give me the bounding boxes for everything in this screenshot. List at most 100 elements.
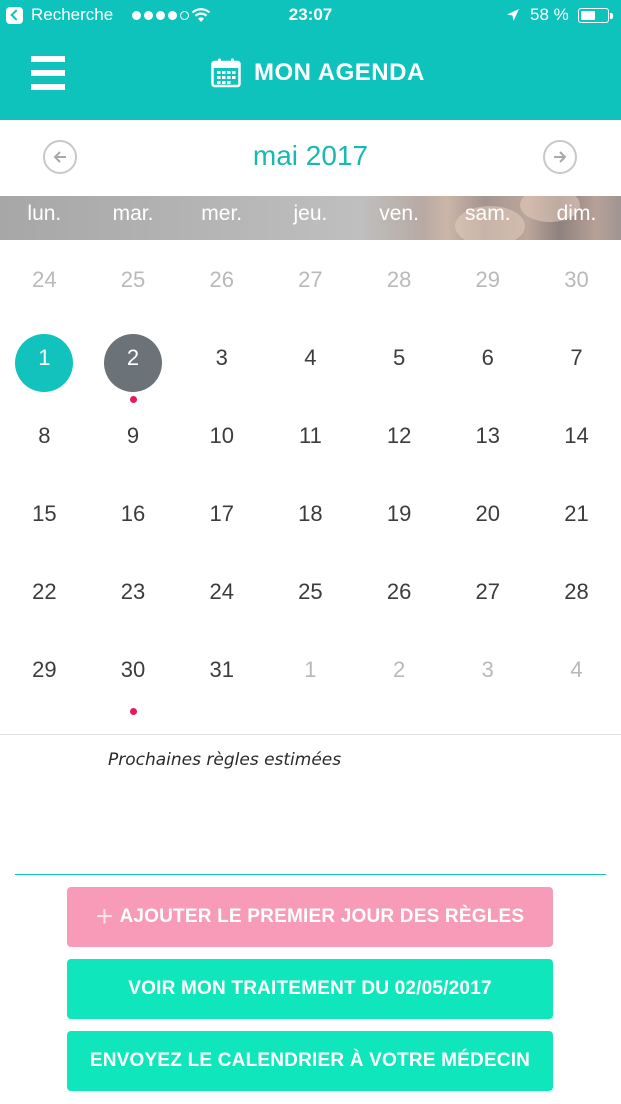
weekday-label: ven. — [379, 202, 419, 225]
day-number: 31 — [209, 657, 234, 682]
day-number: 24 — [209, 579, 234, 604]
day-number: 4 — [304, 345, 317, 370]
calendar-week-row: 8 9 10 11 12 13 14 — [0, 401, 621, 479]
day-number: 1 — [304, 657, 317, 682]
battery-icon — [578, 8, 613, 23]
calendar-day[interactable]: 29 — [0, 635, 89, 713]
day-number: 20 — [475, 501, 501, 526]
calendar-day[interactable]: 27 — [443, 557, 532, 635]
calendar-week-row: 15 16 17 18 19 20 21 — [0, 479, 621, 557]
day-number: 26 — [386, 579, 412, 604]
next-month-button[interactable] — [543, 140, 577, 174]
calendar-day[interactable]: 3 — [177, 323, 266, 401]
calendar-icon — [211, 58, 241, 88]
page-title-text: MON AGENDA — [254, 59, 425, 86]
calendar-day-today[interactable]: 1 — [0, 323, 89, 401]
day-number: 22 — [32, 579, 57, 604]
calendar-day[interactable]: 29 — [443, 245, 532, 323]
location-arrow-icon — [507, 9, 519, 21]
event-dot — [129, 708, 137, 715]
calendar-day[interactable]: 9 — [89, 401, 178, 479]
calendar-day[interactable]: 18 — [266, 479, 355, 557]
calendar-week-row: 29 30 31 1 2 3 4 — [0, 635, 621, 715]
weekday-label: mar. — [112, 202, 154, 225]
calendar-day[interactable]: 12 — [355, 401, 444, 479]
add-first-period-day-button[interactable]: + AJOUTER LE PREMIER JOUR DES RÈGLES — [67, 887, 553, 947]
calendar-day[interactable]: 11 — [266, 401, 355, 479]
send-calendar-label: ENVOYEZ LE CALENDRIER À VOTRE MÉDECIN — [89, 1050, 531, 1071]
weekday-label: sam. — [465, 202, 511, 225]
calendar-day[interactable]: 16 — [89, 479, 178, 557]
calendar-day[interactable]: 30 — [532, 245, 621, 323]
calendar-day[interactable]: 19 — [355, 479, 444, 557]
day-number: 12 — [386, 423, 412, 448]
day-number: 4 — [570, 657, 583, 682]
calendar-day[interactable]: 23 — [89, 557, 178, 635]
day-number: 3 — [215, 345, 228, 370]
day-number: 19 — [386, 501, 412, 526]
calendar-day[interactable]: 8 — [0, 401, 89, 479]
calendar-day[interactable]: 25 — [89, 245, 178, 323]
calendar-day[interactable]: 6 — [443, 323, 532, 401]
weekday-label: jeu. — [293, 202, 328, 225]
calendar-day[interactable]: 2 — [355, 635, 444, 713]
calendar-week-row: 1 2 3 4 5 6 7 — [0, 323, 621, 403]
weekday-label: mer. — [201, 202, 243, 225]
status-time: 23:07 — [288, 5, 333, 24]
day-number: 29 — [32, 657, 57, 682]
calendar-day[interactable]: 14 — [532, 401, 621, 479]
day-number: 29 — [475, 267, 501, 292]
calendar-day[interactable]: 10 — [177, 401, 266, 479]
calendar-day[interactable]: 3 — [443, 635, 532, 713]
calendar-day[interactable]: 28 — [532, 557, 621, 635]
day-number: 2 — [126, 345, 140, 370]
divider — [0, 734, 621, 735]
calendar-day[interactable]: 27 — [266, 245, 355, 323]
calendar-day[interactable]: 13 — [443, 401, 532, 479]
day-number: 26 — [209, 267, 234, 292]
calendar-week-row: 24 25 26 27 28 29 30 — [0, 245, 621, 323]
status-bar: Recherche 23:07 58 % — [0, 0, 621, 32]
day-number: 25 — [120, 267, 146, 292]
day-number: 5 — [392, 345, 406, 370]
calendar-day[interactable]: 26 — [355, 557, 444, 635]
weekday-label: dim. — [556, 202, 597, 225]
calendar-day[interactable]: 31 — [177, 635, 266, 713]
calendar-day[interactable]: 22 — [0, 557, 89, 635]
calendar-day[interactable]: 4 — [532, 635, 621, 713]
battery-percentage: 58 % — [530, 5, 569, 24]
calendar-day[interactable]: 4 — [266, 323, 355, 401]
calendar-day[interactable]: 26 — [177, 245, 266, 323]
calendar-day[interactable]: 25 — [266, 557, 355, 635]
day-number: 9 — [126, 423, 140, 448]
calendar-day[interactable]: 20 — [443, 479, 532, 557]
calendar-day[interactable]: 7 — [532, 323, 621, 401]
calendar-day[interactable]: 24 — [0, 245, 89, 323]
app-header: Recherche 23:07 58 % MON AGENDA — [0, 0, 621, 120]
day-number: 25 — [298, 579, 323, 604]
month-title: mai 2017 — [252, 140, 369, 171]
send-calendar-to-doctor-button[interactable]: ENVOYEZ LE CALENDRIER À VOTRE MÉDECIN — [67, 1031, 553, 1091]
calendar-day[interactable]: 28 — [355, 245, 444, 323]
day-number: 23 — [120, 579, 146, 604]
calendar-day[interactable]: 24 — [177, 557, 266, 635]
day-number: 16 — [120, 501, 146, 526]
day-number: 18 — [298, 501, 323, 526]
calendar-day[interactable]: 15 — [0, 479, 89, 557]
hamburger-menu-icon[interactable] — [31, 56, 65, 90]
day-number: 7 — [570, 345, 583, 370]
calendar-day[interactable]: 30 — [89, 635, 178, 715]
calendar-day[interactable]: 5 — [355, 323, 444, 401]
calendar-day[interactable]: 21 — [532, 479, 621, 557]
calendar-day-selected[interactable]: 2 — [89, 323, 178, 403]
weekday-header: lun. mar. mer. jeu. ven. sam. dim. — [0, 196, 621, 240]
view-treatment-button[interactable]: VOIR MON TRAITEMENT DU 02/05/2017 — [67, 959, 553, 1019]
calendar-day[interactable]: 17 — [177, 479, 266, 557]
day-number: 6 — [481, 345, 494, 370]
weekday-label: lun. — [27, 202, 62, 225]
add-first-period-day-label: AJOUTER LE PREMIER JOUR DES RÈGLES — [119, 906, 525, 927]
day-number: 30 — [120, 657, 146, 682]
calendar-day[interactable]: 1 — [266, 635, 355, 713]
page-title: MON AGENDA — [211, 56, 425, 90]
day-number: 15 — [32, 501, 57, 526]
